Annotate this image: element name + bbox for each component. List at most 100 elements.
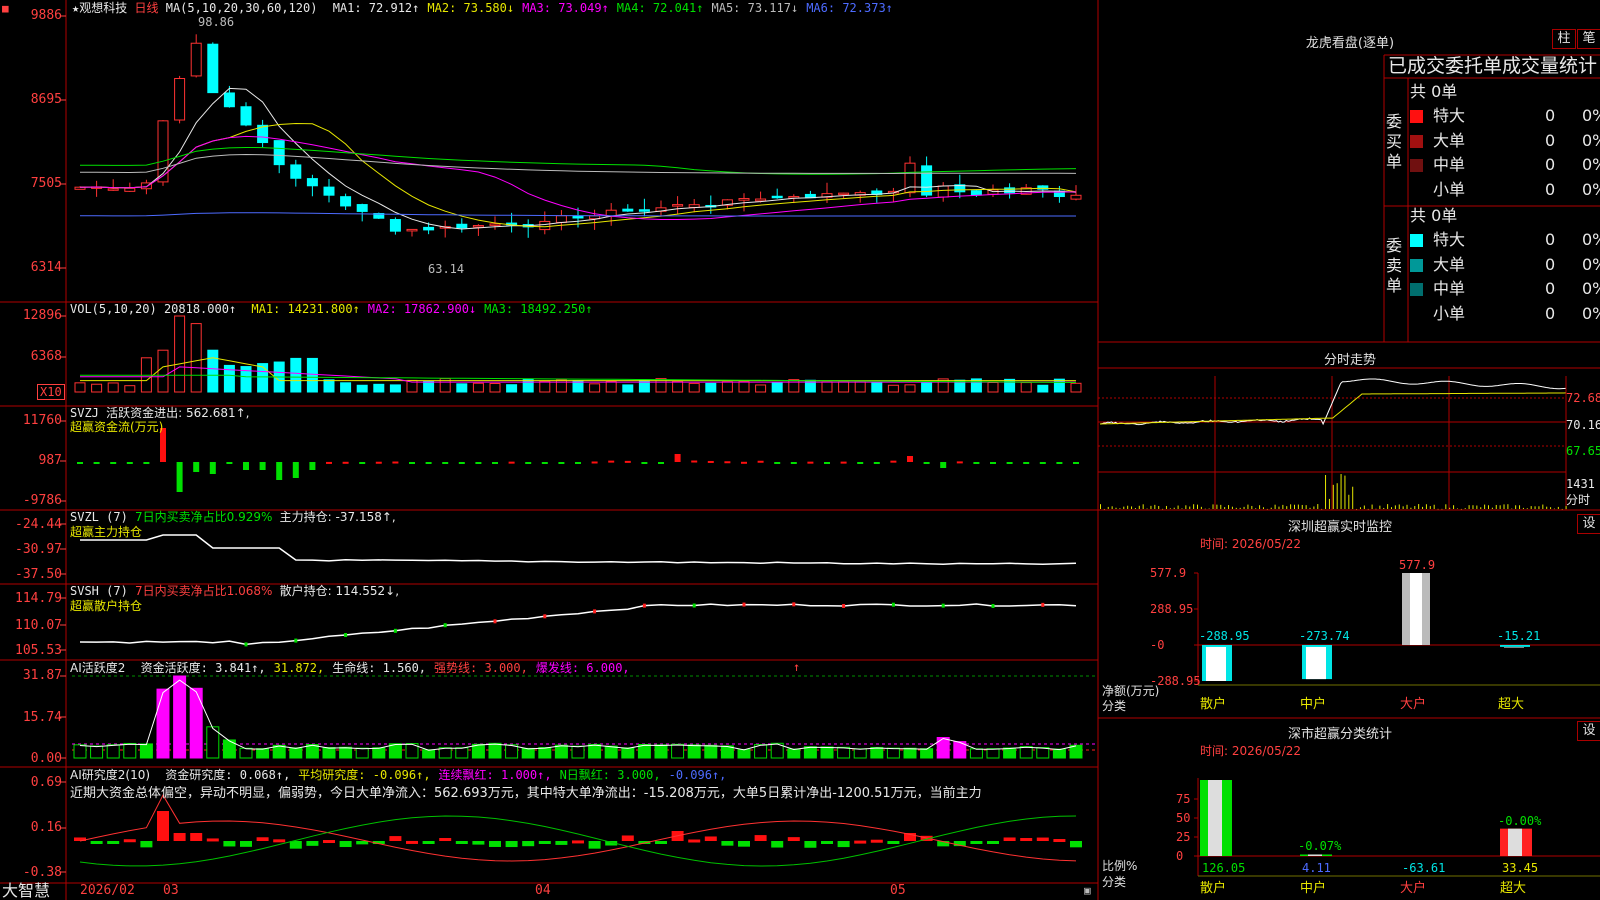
sell-row: 中单 0 0% [1410, 278, 1600, 300]
brand-label: 大智慧 [2, 881, 51, 900]
svzj-label: SVZJ [70, 406, 99, 420]
main-ytick: 9886 [30, 8, 62, 23]
candle-body [838, 192, 850, 196]
activity-bar [90, 745, 104, 759]
volume-bar [290, 357, 302, 393]
flow-bar [359, 462, 366, 464]
intraday-volume-bar [1162, 508, 1164, 510]
ma-value: MA4: 72.041↑ [616, 1, 704, 15]
intraday-volume-bar [1538, 506, 1540, 509]
intraday-volume-bar [1379, 505, 1381, 509]
ai-active-ytick: 0.00 [30, 751, 62, 766]
flow-bar [907, 456, 913, 462]
intraday-volume-bar [1146, 508, 1148, 510]
volume-bar [921, 382, 933, 393]
buy-count: 0 [1545, 179, 1556, 199]
buy-count: 0 [1545, 155, 1556, 174]
candle-body [970, 190, 982, 196]
volume-bar [340, 382, 352, 393]
research-bar [223, 841, 236, 847]
classify-pct-label: -0.07% [1298, 839, 1342, 854]
volume-bar [854, 380, 866, 393]
dragon-title: 龙虎看盘(逐单) [1305, 36, 1395, 51]
intraday-volume-bar [1542, 504, 1544, 509]
candle-body [1070, 194, 1082, 200]
flow-bar [674, 454, 681, 462]
research-bar [787, 837, 800, 841]
ai-research-ytick: -0.38 [22, 865, 62, 880]
intraday-volume-bar [1317, 504, 1319, 509]
intraday-volume-bar [1495, 504, 1497, 509]
volume-bar [605, 380, 617, 393]
flow-bar [890, 460, 897, 463]
intraday-volume-bar [1185, 505, 1187, 509]
intraday-volume-bar [1414, 506, 1416, 509]
classify-value-label: 4.11 [1302, 861, 1331, 875]
volume-bar [74, 382, 86, 393]
intraday-vol-unit: 分时 [1566, 493, 1591, 507]
volume-bar [489, 382, 501, 393]
chart-canvas[interactable] [0, 0, 1600, 900]
ai-active-arrow: ↑ [793, 660, 801, 674]
intraday-volume-bar [1328, 498, 1330, 509]
flow-bar [541, 462, 548, 464]
svsh-ytick: 114.79 [15, 591, 62, 606]
flow-bar [525, 462, 532, 464]
intraday-volume-bar [1107, 506, 1109, 509]
sz-classify-ylabel: 比例% [1102, 859, 1138, 873]
activity-bar [1052, 748, 1066, 759]
research-bar [721, 841, 734, 846]
svsh-subtitle: 超赢散户持仓 [70, 599, 143, 613]
sz-classify-settings-button[interactable]: 设 [1577, 721, 1600, 741]
intraday-volume-bar [1522, 507, 1524, 509]
candle-body [323, 186, 335, 196]
intraday-volume-bar [1138, 505, 1140, 509]
activity-bar [256, 748, 270, 759]
buy-row: 中单 0 0% [1410, 154, 1600, 176]
ma-values: MA1: 72.912↑ MA2: 73.580↓ MA3: 73.049↑ MA4:… [325, 1, 893, 15]
vol-unit-badge[interactable]: X10 [37, 384, 65, 400]
activity-bar [1003, 747, 1017, 759]
bar-mode-button[interactable]: 柱 [1552, 29, 1576, 49]
volume-bar [124, 385, 136, 393]
intraday-volume-bar [1235, 507, 1237, 509]
sz-monitor-settings-button[interactable]: 设 [1577, 514, 1600, 534]
vol-label: VOL(5,10,20) [70, 302, 157, 316]
classify-category-label: 散户 [1200, 881, 1227, 896]
buy-name: 大单 [1433, 130, 1466, 150]
classify-value-label: -63.61 [1402, 861, 1446, 875]
period-label[interactable]: 日线 [134, 1, 158, 15]
intraday-volume-bar [1262, 507, 1264, 509]
activity-bar [106, 744, 120, 759]
svzl-holding: 主力持仓: -37.158↑, [279, 510, 396, 524]
vol-value: 20818.000↑ [163, 302, 237, 316]
flow-bar [176, 462, 183, 492]
main-ytick: 7505 [30, 176, 62, 191]
sell-pct: 0% [1582, 279, 1600, 298]
tick-mode-button[interactable]: 笔 [1577, 29, 1600, 49]
intraday-volume-bar [1503, 504, 1505, 509]
activity-bar [322, 747, 336, 759]
intraday-volume-bar [1103, 508, 1105, 510]
research-bar [406, 840, 418, 844]
intraday-volume-bar [1154, 504, 1156, 509]
flow-bar [608, 460, 615, 463]
ai-active-value: 爆发线: 6.000, [535, 661, 630, 675]
flow-bar [508, 461, 515, 464]
intraday-volume-bar [1181, 508, 1183, 509]
intraday-volume-bar [1472, 505, 1474, 509]
candle-body [738, 198, 750, 201]
activity-bar [903, 747, 917, 759]
stock-name[interactable]: 观想科技 [79, 1, 127, 15]
svzl-ytick: -37.50 [15, 567, 62, 582]
buy-side-label: 委买单 [1386, 112, 1403, 171]
volume-bar [1037, 384, 1049, 393]
retail-dot [642, 603, 646, 608]
flow-bar [458, 462, 465, 464]
research-bar [505, 841, 518, 848]
intraday-volume-bar [1410, 507, 1412, 509]
flow-bar [691, 460, 698, 463]
intraday-volume-bar [1441, 508, 1443, 510]
flow-bar [425, 462, 432, 464]
lock-icon[interactable]: ▣ [1084, 884, 1091, 898]
